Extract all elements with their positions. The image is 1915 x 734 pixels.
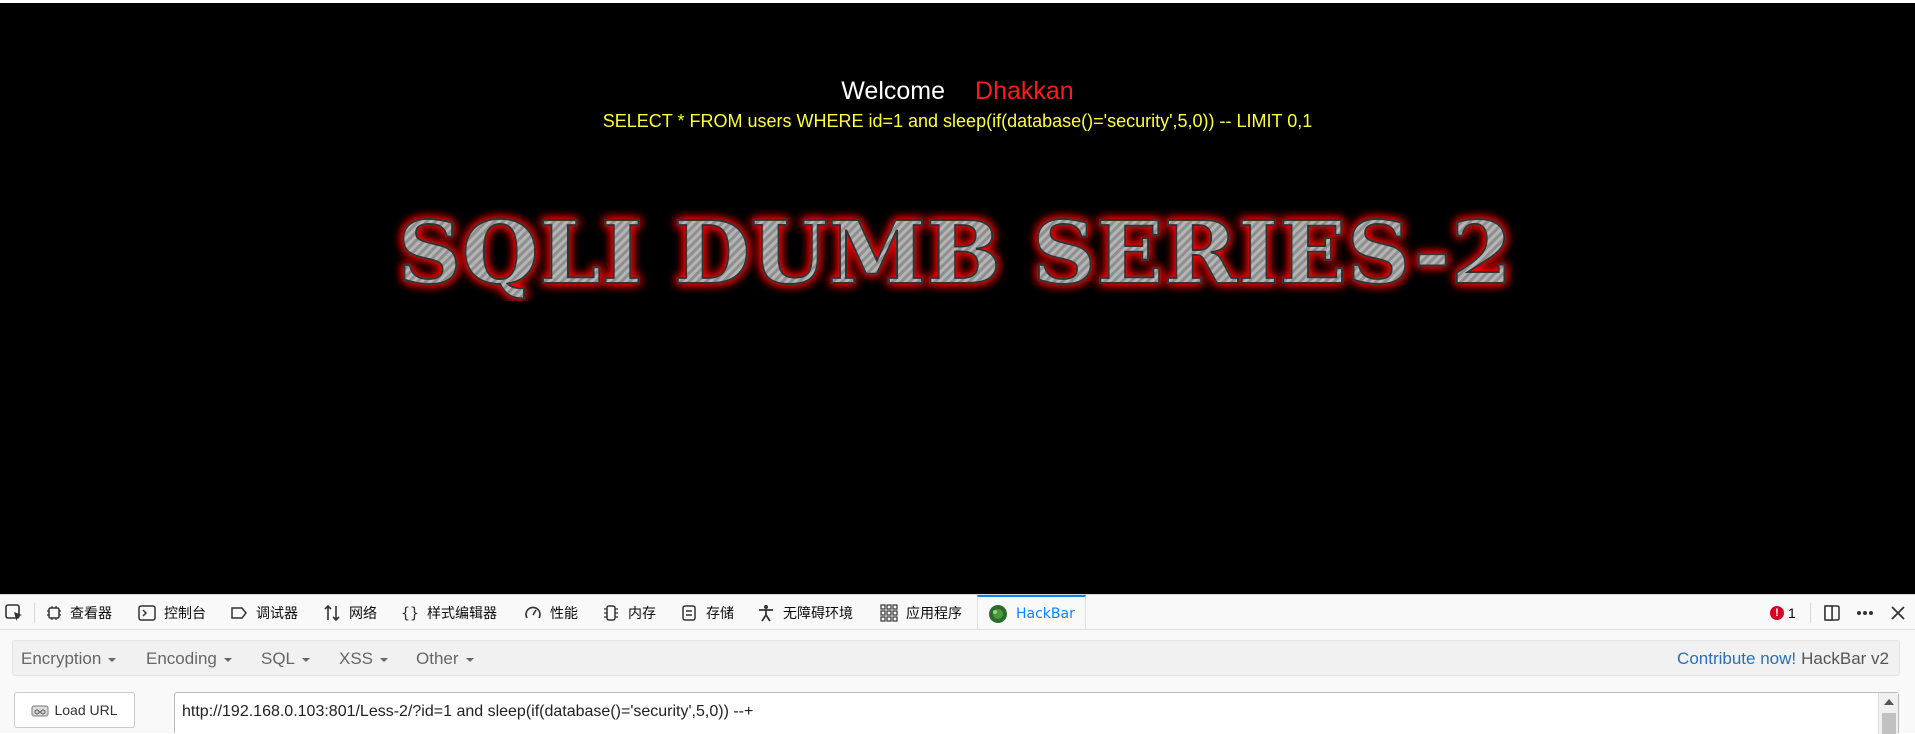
scroll-thumb[interactable] bbox=[1882, 713, 1896, 734]
menu-label: Encoding bbox=[146, 649, 217, 668]
tab-application[interactable]: 应用程序 bbox=[880, 595, 962, 630]
element-picker-icon[interactable] bbox=[4, 603, 24, 628]
page-viewport: Welcome Dhakkan SELECT * FROM users WHERE… bbox=[0, 0, 1915, 594]
tab-style-editor[interactable]: {} 样式编辑器 bbox=[401, 595, 497, 630]
error-count: 1 bbox=[1788, 604, 1796, 621]
tab-console[interactable]: 控制台 bbox=[138, 595, 206, 630]
url-input-value: http://192.168.0.103:801/Less-2/?id=1 an… bbox=[182, 703, 754, 720]
svg-text:SQLI DUMB SERIES-2: SQLI DUMB SERIES-2 bbox=[398, 203, 1513, 301]
tab-label: 控制台 bbox=[164, 605, 206, 622]
chevron-down-icon bbox=[380, 658, 389, 662]
storage-icon bbox=[682, 604, 696, 621]
tab-network[interactable]: 网络 bbox=[323, 595, 377, 630]
tab-label: HackBar bbox=[1016, 605, 1075, 622]
tab-accessibility[interactable]: 无障碍环境 bbox=[757, 595, 853, 630]
welcome-line: Welcome Dhakkan bbox=[0, 77, 1915, 106]
menu-encryption[interactable]: Encryption bbox=[21, 641, 117, 677]
tab-label: 网络 bbox=[349, 605, 377, 622]
hackbar-icon bbox=[989, 604, 1007, 623]
menu-sql[interactable]: SQL bbox=[261, 641, 311, 677]
tab-label: 查看器 bbox=[70, 605, 112, 622]
welcome-text: Welcome bbox=[841, 77, 946, 105]
menu-label: SQL bbox=[261, 649, 296, 668]
load-url-icon bbox=[31, 705, 49, 717]
devtools-tab-bar: 查看器 控制台 调试器 网络 {} 样式编辑器 性能 内存 存储 无障碍环境 应… bbox=[0, 595, 1915, 630]
memory-icon bbox=[604, 604, 618, 621]
menu-label: XSS bbox=[339, 649, 374, 668]
tab-performance[interactable]: 性能 bbox=[524, 595, 578, 630]
url-input[interactable]: http://192.168.0.103:801/Less-2/?id=1 an… bbox=[174, 692, 1899, 734]
chevron-down-icon bbox=[302, 658, 311, 662]
tab-inspector[interactable]: 查看器 bbox=[46, 595, 112, 630]
sql-query-text: SELECT * FROM users WHERE id=1 and sleep… bbox=[602, 111, 1313, 131]
close-devtools-icon[interactable] bbox=[1890, 595, 1906, 630]
chevron-down-icon bbox=[465, 658, 474, 662]
debugger-icon bbox=[231, 606, 247, 619]
hackbar-contribute: Contribute now! HackBar v2 bbox=[1677, 641, 1889, 677]
hackbar-menu-bar: Encryption Encoding SQL XSS Other Contri… bbox=[12, 640, 1900, 676]
tab-memory[interactable]: 内存 bbox=[602, 595, 656, 630]
username-text: Dhakkan bbox=[975, 77, 1074, 105]
tab-label: 内存 bbox=[628, 605, 656, 622]
tab-separator bbox=[1810, 603, 1811, 623]
chevron-down-icon bbox=[108, 658, 117, 662]
network-icon bbox=[324, 604, 340, 621]
load-url-button[interactable]: Load URL bbox=[14, 692, 135, 728]
menu-label: Other bbox=[416, 649, 459, 668]
menu-xss[interactable]: XSS bbox=[339, 641, 389, 677]
load-url-label: Load URL bbox=[54, 702, 118, 718]
menu-other[interactable]: Other bbox=[416, 641, 474, 677]
tab-hackbar[interactable]: HackBar bbox=[977, 595, 1086, 630]
chevron-down-icon bbox=[223, 658, 232, 662]
dock-toggle-icon[interactable] bbox=[1823, 595, 1841, 630]
tab-label: 样式编辑器 bbox=[427, 605, 497, 622]
url-scrollbar[interactable] bbox=[1878, 693, 1898, 734]
error-count-badge[interactable]: ! 1 bbox=[1770, 595, 1796, 630]
tab-label: 无障碍环境 bbox=[783, 605, 853, 622]
scroll-up-icon[interactable] bbox=[1884, 699, 1894, 705]
hackbar-version: HackBar v2 bbox=[1801, 649, 1889, 668]
inspector-icon bbox=[47, 605, 61, 620]
more-options-icon[interactable] bbox=[1855, 595, 1875, 630]
tab-storage[interactable]: 存储 bbox=[680, 595, 734, 630]
error-icon: ! bbox=[1770, 605, 1784, 620]
menu-encoding[interactable]: Encoding bbox=[146, 641, 232, 677]
accessibility-icon bbox=[759, 604, 773, 621]
contribute-link[interactable]: Contribute now! bbox=[1677, 649, 1796, 669]
tab-label: 存储 bbox=[706, 605, 734, 622]
svg-text:{}: {} bbox=[401, 604, 419, 622]
style-editor-icon: {} bbox=[401, 604, 419, 622]
tab-debugger[interactable]: 调试器 bbox=[230, 595, 298, 630]
application-icon bbox=[880, 603, 898, 622]
sqli-dumb-series-logo: SQLI DUMB SERIES-2 bbox=[397, 202, 1514, 301]
tab-label: 应用程序 bbox=[906, 605, 962, 622]
tab-separator bbox=[34, 603, 35, 623]
menu-label: Encryption bbox=[21, 649, 102, 668]
tab-label: 调试器 bbox=[256, 605, 298, 622]
console-icon bbox=[138, 604, 156, 621]
tab-label: 性能 bbox=[550, 605, 578, 622]
performance-icon bbox=[525, 606, 541, 618]
